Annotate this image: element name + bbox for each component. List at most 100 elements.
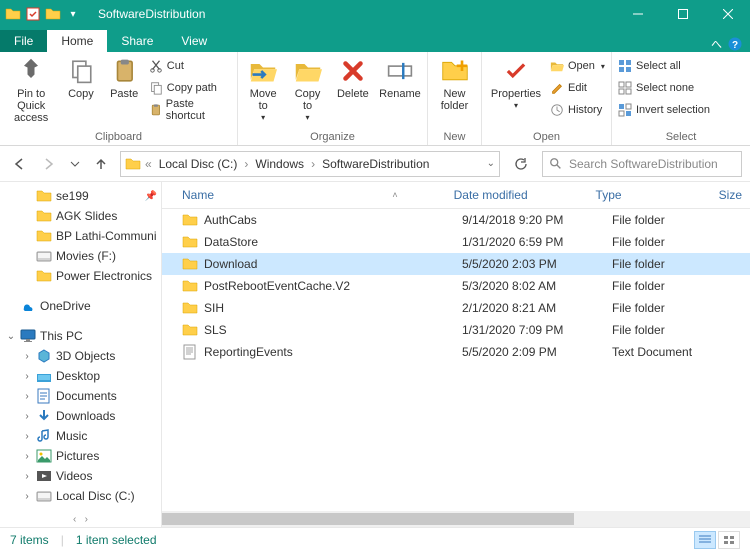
nav-item[interactable]: se199📌	[0, 186, 161, 206]
tab-view[interactable]: View	[167, 30, 221, 52]
crumb-sep-0[interactable]: ›	[242, 157, 250, 171]
file-type: File folder	[612, 235, 742, 249]
column-headers: Name˄ Date modified Type Size	[162, 182, 750, 209]
tree-twist-icon[interactable]: ›	[22, 411, 32, 422]
crumb-1[interactable]: Windows	[252, 157, 307, 171]
history-button[interactable]: History	[550, 100, 605, 120]
open-button[interactable]: Open▾	[550, 56, 605, 76]
tab-home[interactable]: Home	[47, 30, 107, 52]
maximize-button[interactable]	[660, 0, 705, 28]
address-dropdown-icon[interactable]: ⌄	[487, 158, 495, 169]
forward-button[interactable]	[38, 153, 60, 175]
minimize-button[interactable]	[615, 0, 660, 28]
invert-selection-button[interactable]: Invert selection	[618, 100, 710, 120]
close-button[interactable]	[705, 0, 750, 28]
copy-path-button[interactable]: Copy path	[149, 78, 231, 98]
nav-item[interactable]: Power Electronics	[0, 266, 161, 286]
col-name[interactable]: Name˄	[162, 182, 446, 208]
nav-item[interactable]: ⌄This PC	[0, 326, 161, 346]
file-row[interactable]: Download5/5/2020 2:03 PMFile folder	[162, 253, 750, 275]
nav-item[interactable]: ›Downloads	[0, 406, 161, 426]
nav-item[interactable]: ›Documents	[0, 386, 161, 406]
copy-to-icon	[293, 56, 323, 86]
qat-properties-icon[interactable]	[24, 5, 42, 23]
paste-shortcut-button[interactable]: Paste shortcut	[149, 100, 231, 120]
tree-twist-icon[interactable]: ›	[22, 371, 32, 382]
tree-twist-icon[interactable]: ›	[22, 351, 32, 362]
select-none-button[interactable]: Select none	[618, 78, 710, 98]
nav-item[interactable]: › Local Disc (C:)	[0, 486, 161, 506]
paste-button[interactable]: Paste	[106, 56, 143, 100]
crumb-2[interactable]: SoftwareDistribution	[319, 157, 432, 171]
tree-twist-icon[interactable]: ›	[22, 431, 32, 442]
col-type[interactable]: Type	[588, 182, 711, 208]
qat-newfolder-icon[interactable]	[44, 5, 62, 23]
crumb-0[interactable]: Local Disc (C:)	[156, 157, 241, 171]
nav-item[interactable]: BP Lathi-Communi	[0, 226, 161, 246]
pin-to-quick-access-button[interactable]: Pin to Quick access	[6, 56, 56, 124]
tree-twist-icon[interactable]: ›	[22, 451, 32, 462]
col-size[interactable]: Size	[711, 182, 750, 208]
tree-twist-icon[interactable]: ›	[22, 491, 32, 502]
properties-button[interactable]: Properties▾	[488, 56, 544, 111]
rename-button[interactable]: Rename	[379, 56, 421, 100]
tab-file[interactable]: File	[0, 30, 47, 52]
new-folder-button[interactable]: New folder	[434, 56, 475, 112]
file-list[interactable]: AuthCabs9/14/2018 9:20 PMFile folderData…	[162, 209, 750, 511]
delete-button[interactable]: Delete	[333, 56, 373, 100]
crumb-root-sep[interactable]: «	[143, 157, 154, 171]
cut-label: Cut	[167, 60, 184, 72]
navigation-pane[interactable]: se199📌AGK SlidesBP Lathi-CommuniMovies (…	[0, 182, 162, 511]
nav-item[interactable]: OneDrive	[0, 296, 161, 316]
copy-path-icon	[149, 81, 163, 95]
ribbon-collapse-icon[interactable]: へ	[711, 36, 722, 52]
large-icons-view-button[interactable]	[718, 531, 740, 549]
tree-twist-icon[interactable]: ›	[22, 471, 32, 482]
copy-button[interactable]: Copy	[62, 56, 99, 100]
titlebar: ▾ SoftwareDistribution	[0, 0, 750, 28]
file-row[interactable]: SIH2/1/2020 8:21 AMFile folder	[162, 297, 750, 319]
file-row[interactable]: PostRebootEventCache.V25/3/2020 8:02 AMF…	[162, 275, 750, 297]
copy-to-button[interactable]: Copy to▾	[288, 56, 326, 123]
crumb-sep-1[interactable]: ›	[309, 157, 317, 171]
move-to-button[interactable]: Move to▾	[244, 56, 282, 123]
tab-share[interactable]: Share	[107, 30, 167, 52]
navpane-hscroll[interactable]: ‹ ›	[0, 511, 162, 527]
address-bar[interactable]: « Local Disc (C:) › Windows › SoftwareDi…	[120, 151, 500, 177]
back-button[interactable]	[8, 153, 30, 175]
tree-twist-icon[interactable]: ›	[22, 391, 32, 402]
file-row[interactable]: DataStore1/31/2020 6:59 PMFile folder	[162, 231, 750, 253]
up-button[interactable]	[90, 153, 112, 175]
details-view-button[interactable]	[694, 531, 716, 549]
nav-item[interactable]: ›Desktop	[0, 366, 161, 386]
qat-folder-icon[interactable]	[4, 5, 22, 23]
new-folder-label: New folder	[441, 88, 469, 112]
nav-item[interactable]: Movies (F:)	[0, 246, 161, 266]
edit-button[interactable]: Edit	[550, 78, 605, 98]
copy-icon	[66, 56, 96, 86]
col-date[interactable]: Date modified	[446, 182, 588, 208]
file-row[interactable]: AuthCabs9/14/2018 9:20 PMFile folder	[162, 209, 750, 231]
nav-item[interactable]: ›3D Objects	[0, 346, 161, 366]
file-date: 5/5/2020 2:09 PM	[462, 345, 612, 359]
nav-item[interactable]: ›Pictures	[0, 446, 161, 466]
recent-locations-button[interactable]	[68, 153, 82, 175]
invert-selection-icon	[618, 103, 632, 117]
help-icon[interactable]: ?	[728, 37, 742, 51]
search-box[interactable]: Search SoftwareDistribution	[542, 151, 742, 177]
cut-button[interactable]: Cut	[149, 56, 231, 76]
nav-item[interactable]: ›Videos	[0, 466, 161, 486]
file-name: ReportingEvents	[204, 345, 293, 359]
nav-item-label: Local Disc (C:)	[56, 489, 135, 503]
select-all-button[interactable]: Select all	[618, 56, 710, 76]
refresh-button[interactable]	[508, 151, 534, 177]
hscroll-thumb[interactable]	[162, 513, 574, 525]
filepane-hscroll[interactable]	[162, 511, 750, 527]
tree-twist-icon[interactable]: ⌄	[6, 331, 16, 342]
file-row[interactable]: ReportingEvents5/5/2020 2:09 PMText Docu…	[162, 341, 750, 363]
qat-customize-icon[interactable]: ▾	[64, 5, 82, 23]
nav-item[interactable]: AGK Slides	[0, 206, 161, 226]
file-row[interactable]: SLS1/31/2020 7:09 PMFile folder	[162, 319, 750, 341]
nav-item[interactable]: ›Music	[0, 426, 161, 446]
group-select-label: Select	[618, 129, 744, 145]
